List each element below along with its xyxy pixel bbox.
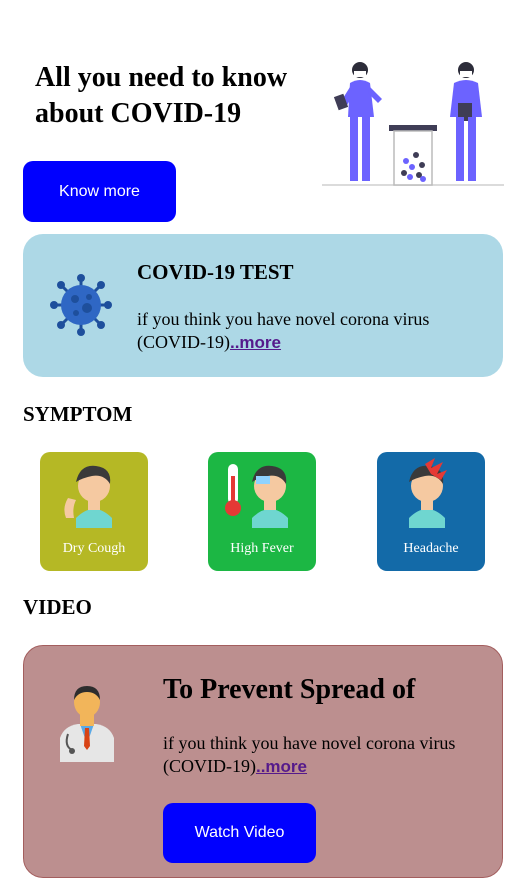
video-card-more-link[interactable]: ..more [256, 757, 307, 776]
video-card-title: To Prevent Spread of [163, 674, 416, 705]
covid-test-card: COVID-19 TEST if you think you have nove… [23, 234, 503, 377]
test-card-description: if you think you have novel corona virus… [137, 308, 487, 354]
video-card-text: if you think you have novel corona virus… [163, 733, 456, 776]
headache-person-icon [409, 458, 447, 528]
test-card-more-link[interactable]: ..more [230, 333, 281, 352]
page-title: All you need to know about COVID-19 [35, 62, 288, 129]
virus-icon [50, 274, 112, 336]
doctor-icon [60, 686, 114, 762]
video-card-description: if you think you have novel corona virus… [163, 732, 493, 778]
watch-video-button[interactable]: Watch Video [163, 803, 316, 863]
symptom-label-headache: Headache [403, 541, 459, 556]
symptom-card-dry-cough[interactable]: Dry Cough [40, 452, 148, 571]
symptom-heading: SYMPTOM [23, 402, 133, 426]
video-card: To Prevent Spread of if you think you ha… [23, 645, 503, 878]
cough-person-icon [64, 465, 112, 528]
know-more-button[interactable]: Know more [23, 161, 176, 222]
fever-thermometer-icon [225, 464, 288, 528]
symptom-label-dry-cough: Dry Cough [62, 541, 126, 556]
medical-staff-illustration [322, 62, 504, 186]
symptom-card-high-fever[interactable]: High Fever [208, 452, 316, 571]
test-card-title: COVID-19 TEST [137, 260, 294, 284]
video-heading: VIDEO [23, 595, 92, 619]
test-card-text: if you think you have novel corona virus… [137, 309, 430, 352]
symptom-label-high-fever: High Fever [230, 541, 294, 556]
symptom-card-headache[interactable]: Headache [377, 452, 485, 571]
